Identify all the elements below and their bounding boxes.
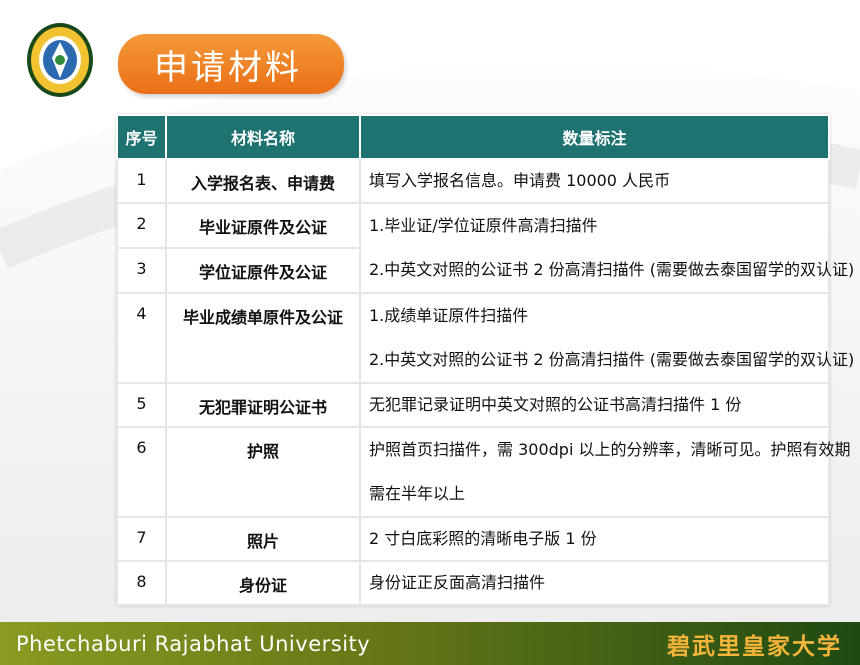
row-seq: 2: [116, 202, 167, 249]
note-line: 需在半年以上: [369, 484, 466, 503]
table-row: 6 护照 护照首页扫描件，需 300dpi 以上的分辨率，清晰可见。护照有效期 …: [116, 426, 851, 518]
note-line: 2.中英文对照的公证书 2 份高清扫描件 (需要做去泰国留学的双认证): [369, 260, 855, 279]
row-name: 无犯罪证明公证书: [165, 382, 361, 428]
header-seq: 序号: [116, 114, 167, 160]
header-name: 材料名称: [165, 114, 361, 160]
note-line: 护照首页扫描件，需 300dpi 以上的分辨率，清晰可见。护照有效期: [369, 440, 851, 459]
row-name: 入学报名表、申请费: [165, 158, 361, 204]
table-row: 5 无犯罪证明公证书 无犯罪记录证明中英文对照的公证书高清扫描件 1 份: [116, 382, 830, 428]
row-note: 无犯罪记录证明中英文对照的公证书高清扫描件 1 份: [359, 382, 830, 428]
table-row: 8 身份证 身份证正反面高清扫描件: [116, 560, 830, 606]
table-row: 2 毕业证原件及公证 1.毕业证/学位证原件高清扫描件 2.中英文对照的公证书 …: [116, 202, 854, 294]
row-name: 毕业证原件及公证: [165, 202, 361, 249]
row-note: 身份证正反面高清扫描件: [359, 560, 830, 606]
note-line: 身份证正反面高清扫描件: [369, 573, 546, 592]
row-seq: 1: [116, 158, 167, 204]
row-name: 毕业成绩单原件及公证: [165, 292, 361, 384]
row-seq: 3: [116, 247, 167, 294]
header-note: 数量标注: [359, 114, 830, 160]
note-line: 2.中英文对照的公证书 2 份高清扫描件 (需要做去泰国留学的双认证): [369, 350, 855, 369]
note-line: 1.成绩单证原件扫描件: [369, 306, 529, 325]
table-row: 4 毕业成绩单原件及公证 1.成绩单证原件扫描件 2.中英文对照的公证书 2 份…: [116, 292, 855, 384]
materials-table: 序号 材料名称 数量标注 1 入学报名表、申请费 填写入学报名信息。申请费 10…: [116, 114, 855, 606]
row-seq: 4: [116, 292, 167, 384]
note-line: 1.毕业证/学位证原件高清扫描件: [369, 216, 598, 235]
merged-note: 1.毕业证/学位证原件高清扫描件 2.中英文对照的公证书 2 份高清扫描件 (需…: [359, 202, 855, 294]
table-row: 7 照片 2 寸白底彩照的清晰电子版 1 份: [116, 516, 830, 562]
row-name: 学位证原件及公证: [165, 247, 361, 294]
table-header-row: 序号 材料名称 数量标注: [116, 114, 830, 160]
university-name-cn: 碧武里皇家大学: [667, 632, 842, 660]
row-seq: 5: [116, 382, 167, 428]
row-seq: 8: [116, 560, 167, 606]
row-note: 填写入学报名信息。申请费 10000 人民币: [359, 158, 830, 204]
note-line: 无犯罪记录证明中英文对照的公证书高清扫描件 1 份: [369, 395, 742, 414]
slide-title-banner: 申请材料: [118, 34, 344, 94]
row-seq: 7: [116, 516, 167, 562]
note-line: 2 寸白底彩照的清晰电子版 1 份: [369, 529, 597, 548]
slide-title: 申请材料: [154, 47, 302, 88]
row-name: 身份证: [165, 560, 361, 606]
footer-bar: Phetchaburi Rajabhat University 碧武里皇家大学: [0, 622, 860, 665]
table-row: 1 入学报名表、申请费 填写入学报名信息。申请费 10000 人民币: [116, 158, 830, 204]
row-note: 护照首页扫描件，需 300dpi 以上的分辨率，清晰可见。护照有效期 需在半年以…: [359, 426, 851, 518]
university-name-en: Phetchaburi Rajabhat University: [16, 631, 371, 656]
row-name: 照片: [165, 516, 361, 562]
note-line: 填写入学报名信息。申请费 10000 人民币: [369, 171, 671, 190]
university-emblem-logo: [27, 23, 93, 97]
row-note: 2 寸白底彩照的清晰电子版 1 份: [359, 516, 830, 562]
row-name: 护照: [165, 426, 361, 518]
row-note: 1.成绩单证原件扫描件 2.中英文对照的公证书 2 份高清扫描件 (需要做去泰国…: [359, 292, 855, 384]
row-seq: 6: [116, 426, 167, 518]
